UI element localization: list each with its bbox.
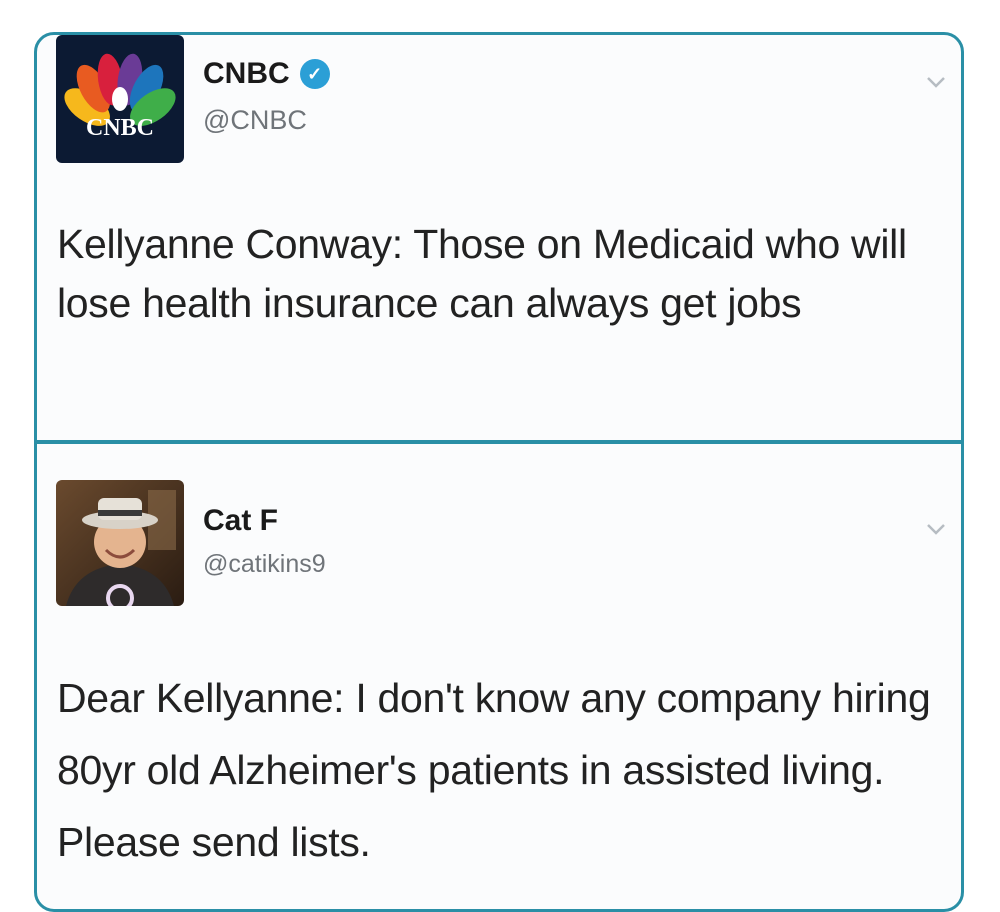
user-handle[interactable]: @catikins9: [203, 550, 326, 579]
avatar-cat-f[interactable]: [56, 480, 184, 606]
display-name[interactable]: Cat F: [203, 504, 278, 538]
chevron-down-icon[interactable]: [925, 75, 947, 89]
display-name-text[interactable]: Cat F: [203, 504, 278, 538]
display-name[interactable]: CNBC ✓: [203, 57, 330, 91]
display-name-text[interactable]: CNBC: [203, 57, 290, 91]
chevron-down-icon[interactable]: [925, 522, 947, 536]
avatar-cnbc[interactable]: CNBC: [56, 35, 184, 163]
cnbc-peacock-logo: CNBC: [56, 35, 184, 163]
tweet-cat-f[interactable]: Cat F @catikins9 Dear Kellyanne: I don't…: [37, 444, 961, 909]
cnbc-logo-text: CNBC: [86, 115, 154, 141]
verified-badge-icon: ✓: [299, 59, 330, 89]
user-photo-icon: [56, 480, 184, 606]
tweet-screenshot-frame: CNBC CNBC ✓ @CNBC Kellyanne Conway: Thos…: [34, 32, 964, 912]
user-handle[interactable]: @CNBC: [203, 105, 307, 136]
tweet-text: Kellyanne Conway: Those on Medicaid who …: [57, 221, 907, 326]
tweet-text: Dear Kellyanne: I don't know any company…: [57, 675, 931, 865]
tweet-cnbc[interactable]: CNBC CNBC ✓ @CNBC Kellyanne Conway: Thos…: [37, 35, 961, 443]
